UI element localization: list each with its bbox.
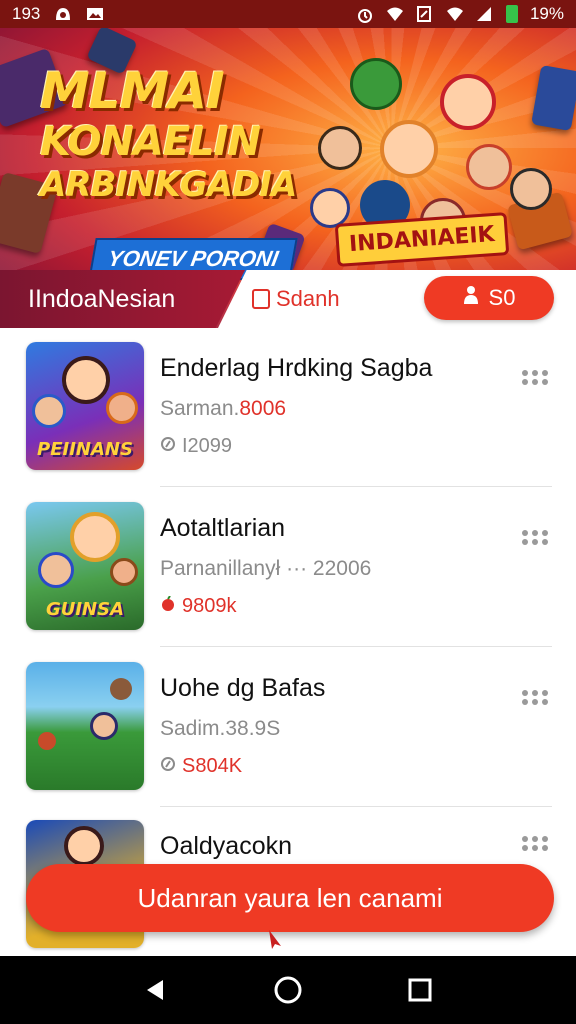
- character: [106, 392, 138, 424]
- character: [318, 126, 362, 170]
- home-icon[interactable]: [268, 970, 308, 1010]
- user-icon: [463, 285, 479, 311]
- character: [310, 188, 350, 228]
- bag-icon: [252, 289, 270, 309]
- filter-pill-label: S0: [488, 285, 516, 310]
- app-meta: Parnanillanył ··· 22006: [160, 557, 372, 580]
- app-info: Oaldyacokn: [160, 832, 292, 861]
- character: [110, 678, 132, 700]
- search-tab[interactable]: Sdanh: [252, 286, 340, 312]
- character: [32, 394, 66, 428]
- signal-icon: [476, 6, 494, 22]
- app-name: Aotaltlarian: [160, 514, 286, 542]
- character: [70, 512, 120, 562]
- app-name: Oaldyacokn: [160, 832, 293, 860]
- clock-icon: [160, 435, 176, 458]
- app-stat: S804K: [160, 755, 325, 778]
- list-item[interactable]: PEIINANS Enderlag Hrdking Sagba Sarman.8…: [0, 340, 576, 498]
- character: [466, 144, 512, 190]
- app-info: Uohe dg Bafas Sadim.38.9S S804K: [160, 674, 325, 778]
- battery-icon: [505, 5, 518, 23]
- more-options-icon[interactable]: [522, 836, 550, 854]
- app-thumbnail: PEIINANS: [26, 342, 144, 470]
- primary-cta-button[interactable]: Udanran yaura len canami: [26, 864, 554, 932]
- back-icon[interactable]: [136, 970, 176, 1010]
- character: [380, 120, 438, 178]
- character: [510, 168, 552, 210]
- clock-icon: [160, 755, 176, 778]
- character: [110, 558, 138, 586]
- notification-icon: [54, 6, 72, 22]
- app-info: Enderlag Hrdking Sagba Sarman.8006 I2099: [160, 354, 432, 458]
- cta-label: Udanran yaura len canami: [137, 882, 443, 913]
- character: [350, 58, 402, 110]
- recents-icon[interactable]: [400, 970, 440, 1010]
- filter-pill-button[interactable]: S0: [424, 276, 554, 320]
- apple-icon: [160, 595, 176, 618]
- status-time: 193: [12, 4, 41, 23]
- more-options-icon[interactable]: [522, 370, 550, 388]
- list-item[interactable]: Uohe dg Bafas Sadim.38.9S S804K: [0, 660, 576, 818]
- character: [62, 356, 110, 404]
- app-name: Enderlag Hrdking Sagba: [160, 354, 433, 382]
- tab-bar: IIndoaNesian Sdanh S0: [0, 270, 576, 328]
- wifi-icon: [386, 6, 404, 22]
- tab-indonesian-label: IIndoaNesian: [28, 284, 176, 313]
- navigation-bar: [0, 956, 576, 1024]
- pointer-icon: [266, 928, 286, 950]
- battery-level: 19%: [529, 4, 564, 23]
- signal-icon: [446, 6, 464, 22]
- more-options-icon[interactable]: [522, 690, 550, 708]
- character: [64, 826, 104, 866]
- character: [440, 74, 496, 130]
- app-thumbnail: GUINSA: [26, 502, 144, 630]
- status-bar: 193 19%: [0, 0, 576, 28]
- search-tab-label: Sdanh: [276, 286, 340, 311]
- character: [90, 712, 118, 740]
- image-icon: [86, 6, 104, 22]
- tab-indonesian[interactable]: IIndoaNesian: [0, 270, 245, 328]
- character: [38, 552, 74, 588]
- divider: [160, 486, 552, 487]
- banner-title: MLMAI KONAELIN ARBINKGADIA: [40, 62, 297, 205]
- app-info: Aotaltlarian Parnanillanył ··· 22006 980…: [160, 514, 371, 618]
- app-meta: Sadim.38.9S: [160, 717, 281, 740]
- thumbnail-title: GUINSA: [45, 599, 125, 620]
- alarm-icon: [356, 6, 374, 23]
- divider: [160, 646, 552, 647]
- app-stat: 9809k: [160, 595, 371, 618]
- thumbnail-title: PEIINANS: [37, 439, 133, 460]
- app-stat: I2099: [160, 435, 432, 458]
- divider: [160, 806, 552, 807]
- app-thumbnail: [26, 662, 144, 790]
- nfc-icon: [416, 6, 434, 22]
- app-meta: Sarman.8006: [160, 397, 287, 420]
- more-options-icon[interactable]: [522, 530, 550, 548]
- list-item[interactable]: GUINSA Aotaltlarian Parnanillanył ··· 22…: [0, 500, 576, 658]
- app-name: Uohe dg Bafas: [160, 674, 326, 702]
- character: [38, 732, 56, 750]
